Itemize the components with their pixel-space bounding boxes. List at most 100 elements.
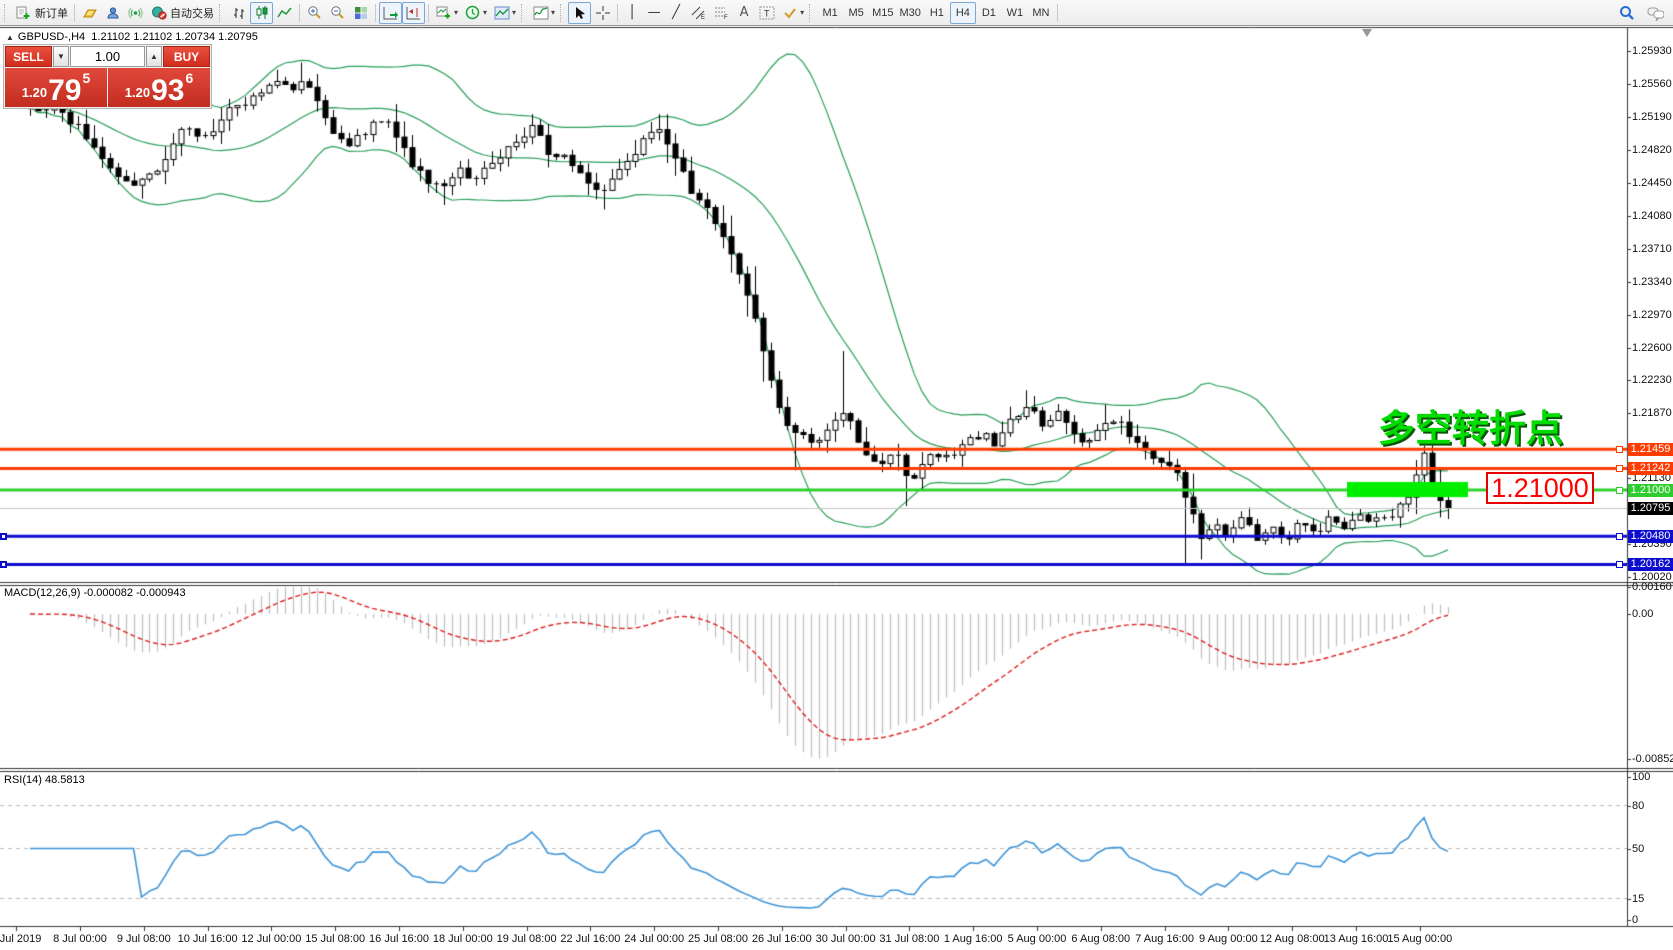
price-axis-tick: 1.24080 xyxy=(1632,210,1672,222)
new-order-button[interactable]: 新订单 xyxy=(12,2,71,24)
timeframe-w1[interactable]: W1 xyxy=(1002,2,1028,24)
timeframe-d1[interactable]: D1 xyxy=(976,2,1002,24)
chat-button[interactable] xyxy=(1644,2,1667,24)
price-badge-1.20795: 1.20795 xyxy=(1628,502,1673,515)
sell-button[interactable]: SELL xyxy=(5,46,52,67)
candlestick-chart-button[interactable] xyxy=(250,2,273,24)
price-axis-tick: 1.25930 xyxy=(1632,45,1672,57)
arrows-button[interactable]: ▾ xyxy=(778,2,807,24)
new-chart-icon xyxy=(435,5,452,21)
time-axis-label: 6 Aug 08:00 xyxy=(1071,933,1130,945)
trendline-button[interactable]: ╱ xyxy=(665,2,687,24)
hline-left-handle[interactable] xyxy=(0,533,7,540)
price-badge-1.21000: 1.21000 xyxy=(1628,484,1673,497)
hline-handle[interactable] xyxy=(1616,465,1623,472)
time-axis-label: 13 Aug 16:00 xyxy=(1324,933,1389,945)
timeframe-m1[interactable]: M1 xyxy=(817,2,843,24)
timeframe-m15[interactable]: M15 xyxy=(869,2,896,24)
timeframe-label: W1 xyxy=(1007,7,1024,19)
vertical-line-button[interactable]: │ xyxy=(621,2,643,24)
toolbar-grip xyxy=(809,4,813,22)
timeframe-label: M30 xyxy=(899,7,920,19)
ask-price-button[interactable]: 1.20 93 6 xyxy=(108,68,210,107)
hline-left-handle[interactable] xyxy=(0,561,7,568)
chart-title: ▲GBPUSD-,H4 1.21102 1.21102 1.20734 1.20… xyxy=(6,31,258,43)
crosshair-icon xyxy=(594,5,611,21)
vertical-line-icon: │ xyxy=(628,6,636,19)
community-button[interactable] xyxy=(101,2,124,24)
trendline-icon: ╱ xyxy=(672,6,680,19)
volume-input[interactable]: 1.00 xyxy=(70,46,145,67)
chart-ohlc-values: 1.21102 1.21102 1.20734 1.20795 xyxy=(91,31,258,43)
macd-axis-tick: 0.001607 xyxy=(1632,581,1673,593)
timeframe-label: MN xyxy=(1032,7,1049,19)
hline-handle[interactable] xyxy=(1616,446,1623,453)
hline-handle[interactable] xyxy=(1616,487,1623,494)
mt4-window: 新订单 自动交易 xyxy=(0,0,1673,950)
horizontal-line-icon: — xyxy=(648,6,661,19)
zoom-in-button[interactable] xyxy=(303,2,326,24)
timeframe-m5[interactable]: M5 xyxy=(843,2,869,24)
horizontal-line-button[interactable]: — xyxy=(643,2,665,24)
person-icon xyxy=(104,5,121,21)
indicators-icon xyxy=(532,5,549,21)
bid-price-button[interactable]: 1.20 79 5 xyxy=(5,68,107,107)
timeframe-h1[interactable]: H1 xyxy=(924,2,950,24)
auto-scroll-button[interactable] xyxy=(379,2,402,24)
price-badge-1.21242: 1.21242 xyxy=(1628,462,1673,475)
price-badge-1.20162: 1.20162 xyxy=(1628,558,1673,571)
autotrading-icon xyxy=(150,5,167,21)
gold-ingot-button[interactable] xyxy=(78,2,101,24)
toolbar-separator xyxy=(74,4,75,22)
line-chart-button[interactable] xyxy=(273,2,296,24)
dropdown-caret: ▾ xyxy=(551,8,555,17)
indicators-button[interactable]: ▾ xyxy=(529,2,558,24)
new-order-icon xyxy=(15,5,32,21)
toolbar: 新订单 自动交易 xyxy=(0,0,1673,26)
buy-button[interactable]: BUY xyxy=(163,46,210,67)
chart-shift-marker[interactable] xyxy=(1362,29,1372,37)
text-button[interactable]: A xyxy=(733,2,755,24)
timeframe-label: M1 xyxy=(822,7,837,19)
volume-up-button[interactable]: ▲ xyxy=(146,46,162,67)
cursor-icon xyxy=(571,5,588,21)
signals-button[interactable] xyxy=(124,2,147,24)
chart-canvas[interactable] xyxy=(0,0,1673,950)
hline-handle[interactable] xyxy=(1616,533,1623,540)
timeframe-m30[interactable]: M30 xyxy=(896,2,923,24)
crosshair-button[interactable] xyxy=(591,2,614,24)
fibonacci-button[interactable]: F xyxy=(710,2,733,24)
zoom-out-button[interactable] xyxy=(326,2,349,24)
search-button[interactable] xyxy=(1615,2,1638,24)
ask-prefix: 1.20 xyxy=(125,85,150,100)
dropdown-caret: ▾ xyxy=(483,8,487,17)
equidistant-channel-icon: E xyxy=(690,5,707,21)
bar-chart-button[interactable] xyxy=(227,2,250,24)
price-axis-tick: 1.22600 xyxy=(1632,342,1672,354)
timeframe-mn[interactable]: MN xyxy=(1028,2,1054,24)
cursor-button[interactable] xyxy=(568,2,591,24)
timeframe-label: H1 xyxy=(930,7,944,19)
tile-windows-button[interactable] xyxy=(349,2,372,24)
time-axis-label: 7 Aug 16:00 xyxy=(1135,933,1194,945)
turning-point-annotation: 多空转折点 xyxy=(1378,398,1563,452)
time-axis-label: 22 Jul 16:00 xyxy=(560,933,620,945)
timeframe-group: M1 M5 M15 M30 H1 H4 D1 W1 MN xyxy=(817,2,1054,24)
volume-down-button[interactable]: ▼ xyxy=(53,46,69,67)
auto-scroll-icon xyxy=(382,5,399,21)
autotrading-button[interactable]: 自动交易 xyxy=(147,2,217,24)
new-chart-button[interactable]: ▾ xyxy=(432,2,461,24)
chart-shift-button[interactable] xyxy=(402,2,425,24)
templates-button[interactable]: ▾ xyxy=(490,2,519,24)
volume-value: 1.00 xyxy=(95,49,120,64)
hline-handle[interactable] xyxy=(1616,561,1623,568)
text-label-button[interactable]: T xyxy=(755,2,778,24)
new-order-label: 新订单 xyxy=(35,5,68,21)
price-level-label: 1.21000 xyxy=(1486,472,1594,504)
timeframe-h4[interactable]: H4 xyxy=(950,2,976,24)
time-axis-label: 8 Jul 00:00 xyxy=(53,933,107,945)
channel-button[interactable]: E xyxy=(687,2,710,24)
profiles-button[interactable]: ▾ xyxy=(461,2,490,24)
time-axis-label: 26 Jul 16:00 xyxy=(752,933,812,945)
collapse-panel-icon[interactable]: ▲ xyxy=(6,33,14,42)
